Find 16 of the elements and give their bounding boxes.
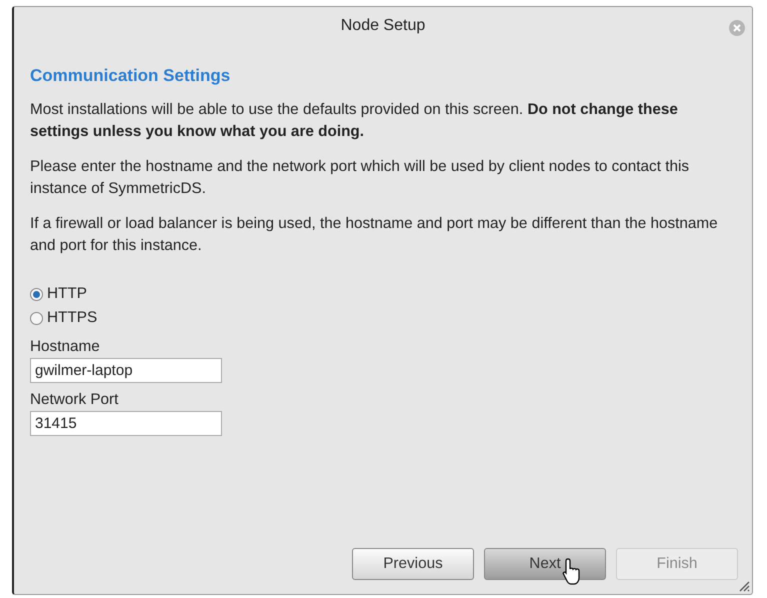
paragraph: If a firewall or load balancer is being used, the hostname and port may be different than the hostname and port for this instance. — [30, 214, 719, 256]
radio-button[interactable] — [30, 288, 43, 300]
resize-grip-icon[interactable] — [738, 580, 750, 592]
dialog-button[interactable]: Next — [484, 548, 606, 580]
paragraph: Most installations will be able to use the defaults provided on this screen. Do not change these settings unless you know what you are doing. — [30, 100, 679, 142]
dialog-button[interactable]: Previous — [352, 548, 474, 580]
radio-label[interactable]: HTTPS — [47, 307, 98, 329]
text-field[interactable]: gwilmer-laptop — [30, 358, 222, 383]
window-title: Node Setup — [340, 16, 426, 36]
text-field[interactable]: 31415 — [30, 411, 222, 436]
radio-label[interactable]: HTTP — [47, 283, 87, 305]
field-label: Hostname — [30, 337, 101, 357]
field-label: Network Port — [30, 390, 120, 410]
radio-button[interactable] — [30, 312, 43, 324]
paragraph: Please enter the hostname and the network port which will be used by client nodes to contact this instance of SymmetricDS. — [30, 157, 690, 199]
section-heading: Communication Settings — [30, 65, 232, 87]
